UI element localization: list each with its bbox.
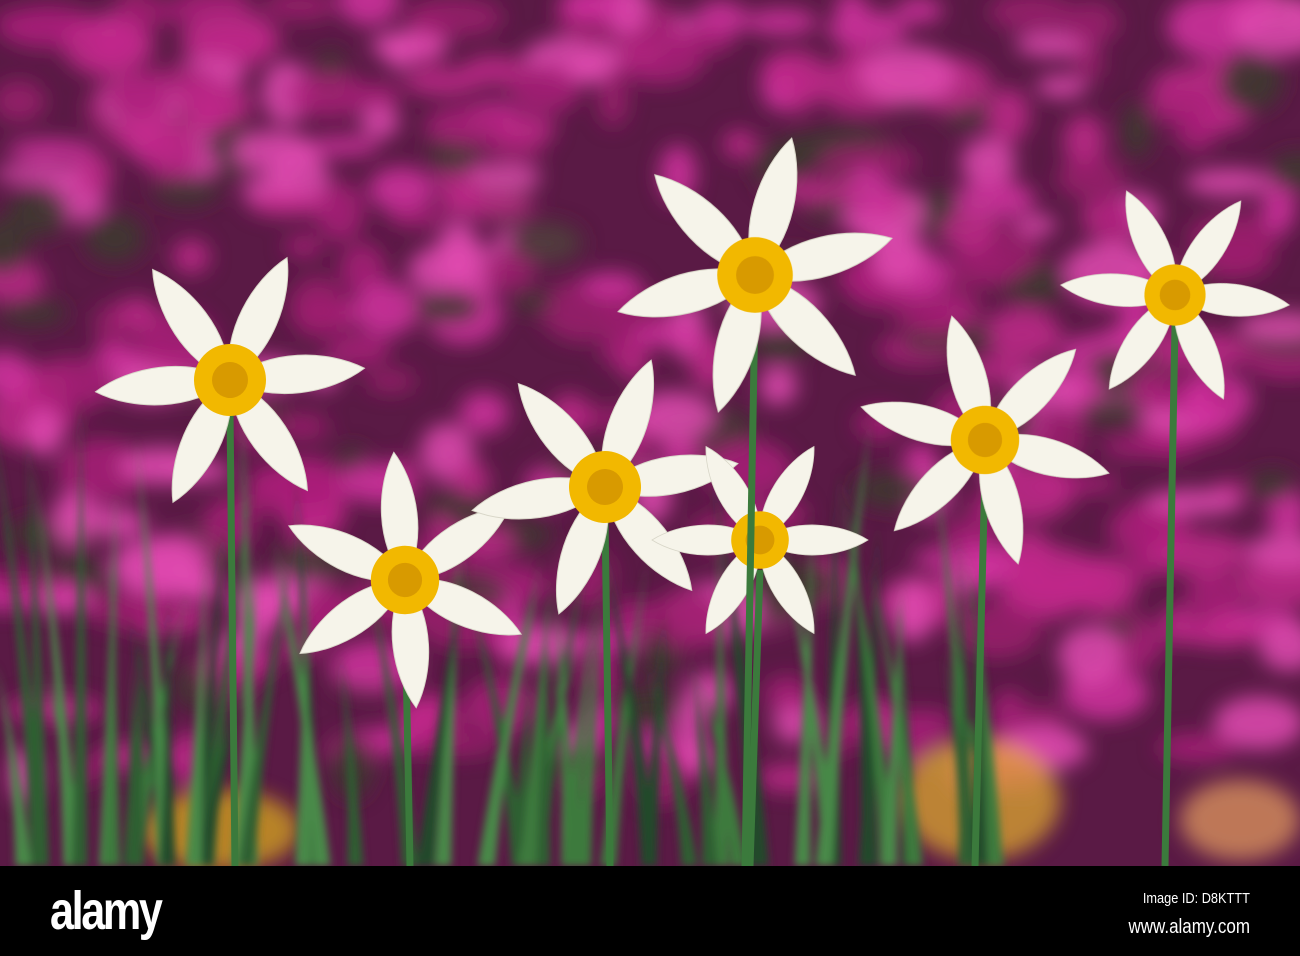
blossom-blur — [889, 579, 935, 643]
blossom-blur — [1016, 214, 1057, 236]
blossom-blur — [757, 764, 825, 792]
blossom-blur — [402, 67, 481, 96]
blossom-blur — [679, 742, 715, 776]
blossom-blur — [172, 239, 211, 274]
blossom-blur — [986, 88, 1030, 143]
blossom-blur — [1185, 168, 1272, 196]
blossom-blur — [6, 139, 95, 162]
blossom-blur — [764, 675, 810, 711]
stem — [601, 516, 614, 866]
blossom-blur — [62, 14, 154, 78]
blossom-blur — [482, 252, 536, 292]
blossom-blur — [765, 49, 826, 96]
blossom-blur — [94, 303, 126, 350]
blossom-blur — [413, 732, 501, 757]
blossom-blur — [759, 366, 798, 406]
blossom-blur — [600, 337, 633, 367]
blossom-blur — [1248, 470, 1296, 501]
blossom-blur — [438, 190, 535, 218]
alamy-logo: alamy — [50, 881, 163, 941]
blossom-blur — [24, 408, 64, 456]
blossom-blur — [1063, 1, 1119, 45]
blossom-blur — [1148, 91, 1213, 125]
blossom-blur — [287, 72, 372, 118]
blossom-blur — [939, 520, 997, 547]
blossom-blur — [84, 213, 145, 263]
blossom-blur — [289, 276, 346, 338]
blossom-blur — [234, 580, 281, 640]
blossom-blur — [248, 193, 329, 217]
foreground-blur — [1180, 780, 1300, 860]
blossom-blur — [953, 603, 1041, 659]
blossom-blur — [1036, 75, 1088, 99]
blossom-blur — [52, 490, 95, 547]
blossom-blur — [387, 207, 448, 228]
footer-bar: alamy Image ID: D8KTTT www.alamy.com — [0, 866, 1300, 956]
blossom-blur — [316, 181, 365, 242]
photo — [0, 0, 1300, 866]
blossom-blur — [354, 281, 419, 337]
blossom-blur — [512, 291, 555, 313]
blossom-blur — [1073, 46, 1104, 81]
blossom-blur — [744, 8, 818, 35]
blossom-blur — [365, 369, 417, 393]
blossom-blur — [107, 73, 172, 121]
blossom-blur — [1101, 435, 1172, 457]
cup-center — [736, 256, 774, 294]
blossom-blur — [826, 10, 907, 48]
blossom-blur — [368, 166, 435, 212]
stem — [226, 409, 239, 866]
blossom-blur — [1178, 616, 1264, 648]
blossom-blur — [1079, 397, 1146, 427]
blossom-blur — [671, 27, 734, 55]
blossom-blur — [307, 135, 380, 156]
blossom-blur — [858, 45, 956, 104]
blossom-blur — [1149, 532, 1249, 577]
blossom-blur — [284, 234, 324, 258]
blossom-blur — [453, 461, 490, 498]
blossom-blur — [631, 325, 707, 347]
blossom-blur — [495, 114, 556, 145]
site-url: www.alamy.com — [1128, 916, 1250, 938]
blossom-blur — [1131, 366, 1166, 409]
blossom-blur — [912, 547, 987, 570]
blossom-blur — [1143, 489, 1244, 516]
blossom-blur — [1018, 549, 1051, 598]
blossom-blur — [954, 180, 1036, 220]
blossom-blur — [111, 114, 198, 157]
blossom-blur — [8, 187, 70, 237]
blossom-blur — [1185, 573, 1244, 618]
blossom-blur — [1121, 101, 1152, 159]
blossom-blur — [568, 54, 610, 85]
blossom-blur — [29, 357, 116, 410]
blossom-blur — [722, 130, 757, 159]
blossom-blur — [1219, 52, 1284, 112]
blossom-blur — [459, 392, 509, 434]
blossom-blur — [1058, 625, 1123, 685]
blossom-blur — [469, 163, 542, 191]
blossom-blur — [581, 272, 642, 298]
blossom-blur — [0, 299, 67, 327]
blossom-blur — [982, 307, 1062, 362]
blossom-blur — [232, 130, 317, 173]
blossom-blur — [191, 27, 284, 54]
image-id: Image ID: D8KTTT — [1143, 890, 1250, 907]
blossom-blur — [359, 105, 400, 139]
blossom-blur — [1056, 157, 1125, 200]
